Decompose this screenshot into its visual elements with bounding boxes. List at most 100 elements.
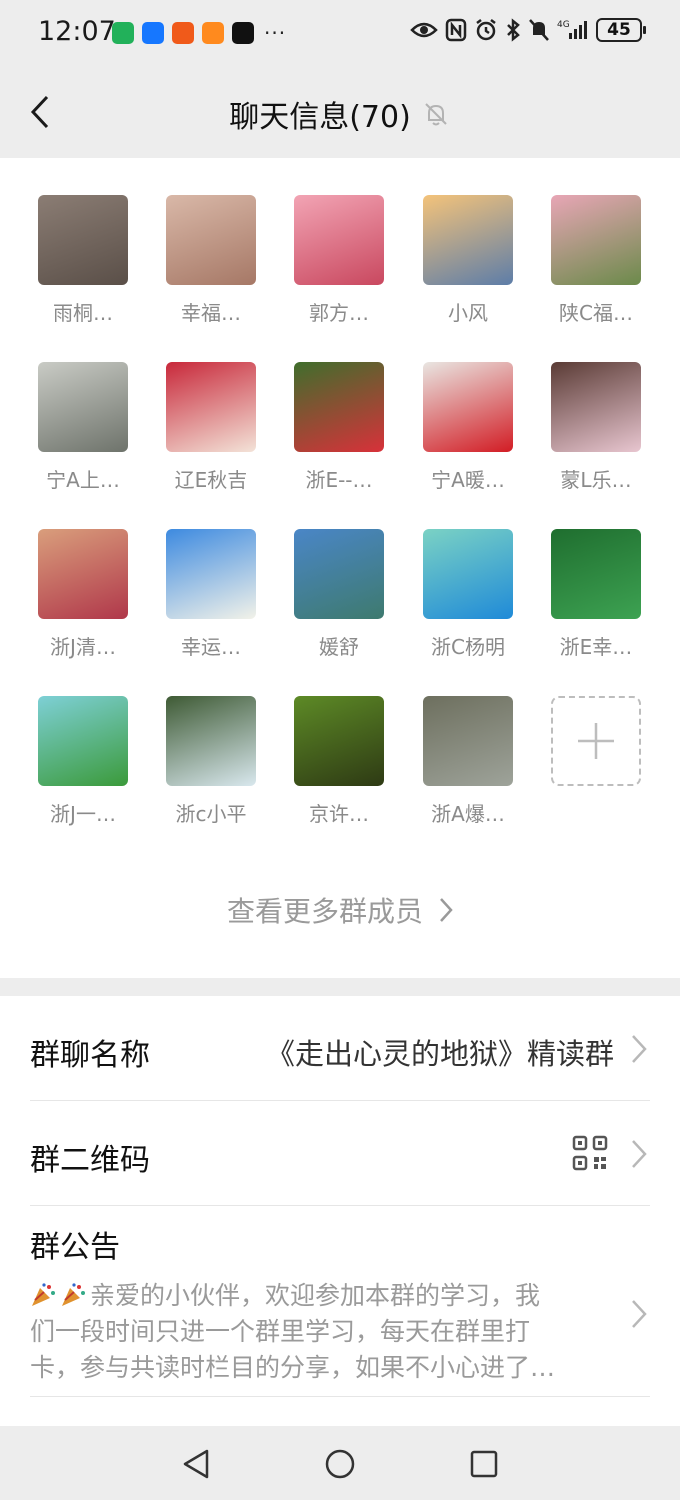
member-avatar: [423, 529, 513, 619]
notice-line-3: 卡，参与共读时栏目的分享，如果不小心进了…: [30, 1353, 556, 1382]
member-avatar: [166, 362, 256, 452]
member-avatar: [38, 529, 128, 619]
member-name: 幸福…: [181, 301, 241, 325]
chevron-right-icon: [632, 1140, 647, 1168]
title-group: 聊天信息(70): [0, 92, 680, 136]
system-home-button[interactable]: [320, 1444, 360, 1484]
status-bar: 12:07 ··· 4G 45: [0, 0, 680, 66]
member-item[interactable]: 小风: [418, 195, 518, 326]
member-item[interactable]: 浙A爆…: [418, 696, 518, 827]
divider: [30, 1396, 650, 1397]
notice-line-2: 们一段时间只进一个群里学习，每天在群里打: [30, 1317, 531, 1346]
member-item[interactable]: 辽E秋吉: [161, 362, 261, 493]
member-avatar: [423, 696, 513, 786]
member-item[interactable]: 宁A上…: [33, 362, 133, 493]
member-item[interactable]: 陕C福…: [546, 195, 646, 326]
more-notifications-dots: ···: [264, 21, 287, 45]
alarm-icon: [476, 19, 496, 41]
member-avatar: [166, 529, 256, 619]
status-app-icons: ···: [112, 21, 286, 45]
member-name: 京许…: [309, 802, 369, 826]
member-avatar: [294, 529, 384, 619]
member-item[interactable]: 浙E幸…: [546, 529, 646, 660]
member-name: 浙E幸…: [559, 635, 633, 659]
member-item[interactable]: 宁A暖…: [418, 362, 518, 493]
green-app-icon: [112, 22, 134, 44]
member-avatar: [166, 195, 256, 285]
circle-home-icon: [325, 1449, 355, 1479]
group-notice-label: 群公告: [30, 1230, 120, 1265]
member-name: 浙A爆…: [431, 802, 505, 826]
member-avatar: [551, 529, 641, 619]
qr-code-label: 群二维码: [30, 1143, 150, 1178]
member-name: 辽E秋吉: [174, 468, 248, 492]
member-avatar: [38, 362, 128, 452]
square-recents-icon: [470, 1450, 498, 1478]
plus-icon: [578, 723, 614, 759]
member-item[interactable]: 媛舒: [289, 529, 389, 660]
member-name: 宁A上…: [46, 468, 120, 492]
status-indicators: 4G 45: [410, 18, 646, 42]
svg-text:4G: 4G: [557, 20, 570, 30]
system-recents-button[interactable]: [464, 1444, 504, 1484]
add-member-button[interactable]: [551, 696, 641, 786]
member-name: 媛舒: [319, 635, 359, 659]
member-name: 浙E--…: [305, 468, 373, 492]
member-item[interactable]: 浙E--…: [289, 362, 389, 493]
member-name: 浙J清…: [50, 635, 116, 659]
member-item[interactable]: 京许…: [289, 696, 389, 827]
member-item[interactable]: 幸福…: [161, 195, 261, 326]
member-name: 蒙L乐…: [560, 468, 632, 492]
page-title: 聊天信息(70): [229, 100, 411, 135]
member-avatar: [294, 696, 384, 786]
bluetooth-icon: [507, 18, 520, 42]
alipay-icon: [142, 22, 164, 44]
group-name-value: 《走出心灵的地狱》精读群: [265, 1037, 614, 1071]
member-item[interactable]: 浙c小平: [161, 696, 261, 827]
member-name: 雨桐…: [53, 301, 113, 325]
member-avatar: [423, 362, 513, 452]
qr-code-row[interactable]: 群二维码: [0, 1101, 680, 1205]
member-avatar: [294, 362, 384, 452]
tiktok-icon: [232, 22, 254, 44]
group-notice-preview: 亲爱的小伙伴，欢迎参加本群的学习，我 们一段时间只进一个群里学习，每天在群里打 …: [30, 1278, 585, 1386]
member-name: 小风: [448, 301, 488, 325]
member-name: 郭方…: [309, 301, 369, 325]
member-item[interactable]: 浙J清…: [33, 529, 133, 660]
member-item[interactable]: 雨桐…: [33, 195, 133, 326]
member-item[interactable]: 浙J一…: [33, 696, 133, 827]
orange-app-icon: [202, 22, 224, 44]
group-name-row[interactable]: 群聊名称 《走出心灵的地狱》精读群: [0, 996, 680, 1100]
system-navigation-bar: [0, 1426, 680, 1500]
add-member-slot: [546, 696, 646, 786]
header: 聊天信息(70): [0, 66, 680, 158]
member-name: 浙J一…: [50, 802, 116, 826]
chevron-right-icon: [440, 898, 453, 922]
battery-indicator: 45: [596, 18, 646, 42]
muted-bell-icon: [421, 99, 451, 129]
taobao-icon: [172, 22, 194, 44]
notice-line-1: 亲爱的小伙伴，欢迎参加本群的学习，我: [90, 1281, 541, 1310]
system-back-button[interactable]: [176, 1444, 216, 1484]
member-name: 陕C福…: [559, 301, 633, 325]
member-item[interactable]: 蒙L乐…: [546, 362, 646, 493]
party-popper-icon: [62, 1283, 85, 1306]
signal-icon: 4G: [557, 20, 587, 39]
member-avatar: [166, 696, 256, 786]
member-name: 浙c小平: [175, 802, 247, 826]
member-item[interactable]: 郭方…: [289, 195, 389, 326]
member-avatar: [423, 195, 513, 285]
member-name: 浙C杨明: [431, 635, 505, 659]
group-name-label: 群聊名称: [30, 1038, 150, 1073]
members-grid: 雨桐… 幸福… 郭方… 小风 陕C福… 宁A上… 辽E秋吉 浙E--… 宁A暖… 蒙L乐… 浙J清……: [0, 158, 680, 978]
member-avatar: [294, 195, 384, 285]
chevron-right-icon: [632, 1300, 647, 1328]
member-item[interactable]: 幸运…: [161, 529, 261, 660]
party-popper-icon: [32, 1283, 55, 1306]
member-item[interactable]: 浙C杨明: [418, 529, 518, 660]
nfc-icon: [445, 18, 467, 42]
member-avatar: [551, 362, 641, 452]
member-name: 幸运…: [181, 635, 241, 659]
qr-code-icon: [572, 1135, 608, 1171]
view-more-members-link[interactable]: 查看更多群成员: [0, 890, 680, 930]
